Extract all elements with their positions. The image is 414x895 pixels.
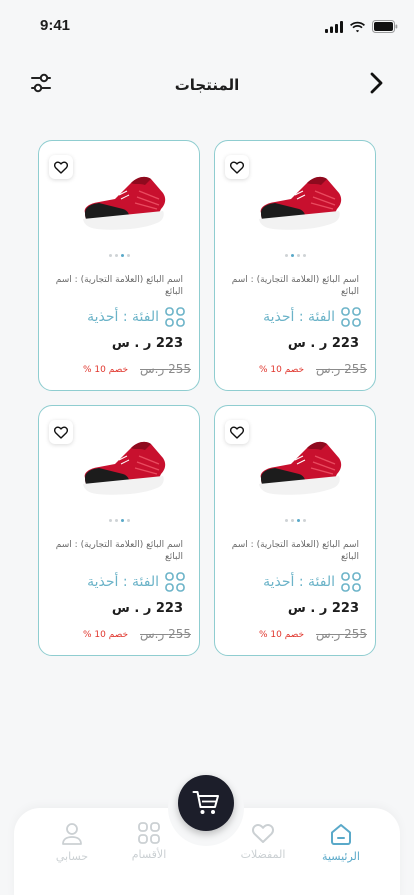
page-title: المنتجات xyxy=(174,76,240,94)
discount-badge: خصم 10 % xyxy=(259,630,305,640)
heart-icon xyxy=(54,426,68,439)
home-icon xyxy=(331,824,351,845)
old-price: 255 ر.س xyxy=(316,362,367,376)
product-image xyxy=(83,176,166,230)
heart-icon xyxy=(252,824,274,843)
product-card[interactable]: اسم البائع (العلامة التجارية) : اسم البا… xyxy=(214,405,376,656)
category-row: الفئة : أحذية xyxy=(263,572,361,592)
nav-item-label: المفضلات xyxy=(240,848,286,861)
vendor-name: اسم البائع (العلامة التجارية) : اسم البا… xyxy=(231,275,359,297)
discount-badge: خصم 10 % xyxy=(83,630,129,640)
favorite-button[interactable] xyxy=(225,155,249,179)
nav-item-account[interactable]: حسابي xyxy=(37,822,107,863)
category-label: الفئة : أحذية xyxy=(87,309,159,325)
product-image xyxy=(259,441,342,495)
chevron-right-icon[interactable] xyxy=(366,70,388,96)
product-image xyxy=(259,176,342,230)
vendor-name: اسم البائع (العلامة التجارية) : اسم البا… xyxy=(55,540,183,562)
discount-badge: خصم 10 % xyxy=(259,365,305,375)
status-bar: 9:41 xyxy=(0,0,414,52)
old-price: 255 ر.س xyxy=(140,627,191,641)
product-grid: اسم البائع (العلامة التجارية) : اسم البا… xyxy=(38,140,376,656)
grid-icon xyxy=(165,572,185,592)
cart-icon xyxy=(192,791,219,814)
header: المنتجات xyxy=(0,62,414,106)
image-carousel-dots xyxy=(215,254,375,257)
old-price: 255 ر.س xyxy=(140,362,191,376)
heart-icon xyxy=(230,161,244,174)
heart-icon xyxy=(54,161,68,174)
vendor-name: اسم البائع (العلامة التجارية) : اسم البا… xyxy=(231,540,359,562)
price: 223 ر . س xyxy=(287,601,359,616)
favorite-button[interactable] xyxy=(49,155,73,179)
category-label: الفئة : أحذية xyxy=(87,574,159,590)
user-icon xyxy=(62,823,82,845)
price: 223 ر . س xyxy=(111,601,183,616)
category-row: الفئة : أحذية xyxy=(87,307,185,327)
heart-icon xyxy=(230,426,244,439)
grid-icon xyxy=(138,822,160,844)
nav-item-favorites[interactable]: المفضلات xyxy=(228,822,298,861)
product-image xyxy=(83,441,166,495)
nav-item-label: حسابي xyxy=(55,850,89,863)
nav-item-label: الرئيسية xyxy=(322,850,360,863)
nav-item-home[interactable]: الرئيسية xyxy=(306,822,376,863)
discount-badge: خصم 10 % xyxy=(83,365,129,375)
wifi-icon xyxy=(350,21,365,32)
image-carousel-dots xyxy=(39,519,199,522)
nav-item-categories[interactable]: الأقسام xyxy=(114,822,184,861)
status-time: 9:41 xyxy=(40,17,71,34)
cart-button[interactable] xyxy=(178,775,234,831)
price: 223 ر . س xyxy=(287,336,359,351)
old-price: 255 ر.س xyxy=(316,627,367,641)
price: 223 ر . س xyxy=(111,336,183,351)
status-icons xyxy=(325,20,398,33)
vendor-name: اسم البائع (العلامة التجارية) : اسم البا… xyxy=(55,275,183,297)
category-label: الفئة : أحذية xyxy=(263,309,335,325)
favorite-button[interactable] xyxy=(49,420,73,444)
product-card[interactable]: اسم البائع (العلامة التجارية) : اسم البا… xyxy=(214,140,376,391)
category-row: الفئة : أحذية xyxy=(263,307,361,327)
grid-icon xyxy=(165,307,185,327)
favorite-button[interactable] xyxy=(225,420,249,444)
category-row: الفئة : أحذية xyxy=(87,572,185,592)
category-label: الفئة : أحذية xyxy=(263,574,335,590)
nav-item-label: الأقسام xyxy=(131,848,167,861)
image-carousel-dots xyxy=(215,519,375,522)
image-carousel-dots xyxy=(39,254,199,257)
product-card[interactable]: اسم البائع (العلامة التجارية) : اسم البا… xyxy=(38,140,200,391)
battery-icon xyxy=(372,20,398,33)
product-card[interactable]: اسم البائع (العلامة التجارية) : اسم البا… xyxy=(38,405,200,656)
signal-icon xyxy=(325,20,343,33)
grid-icon xyxy=(341,307,361,327)
grid-icon xyxy=(341,572,361,592)
